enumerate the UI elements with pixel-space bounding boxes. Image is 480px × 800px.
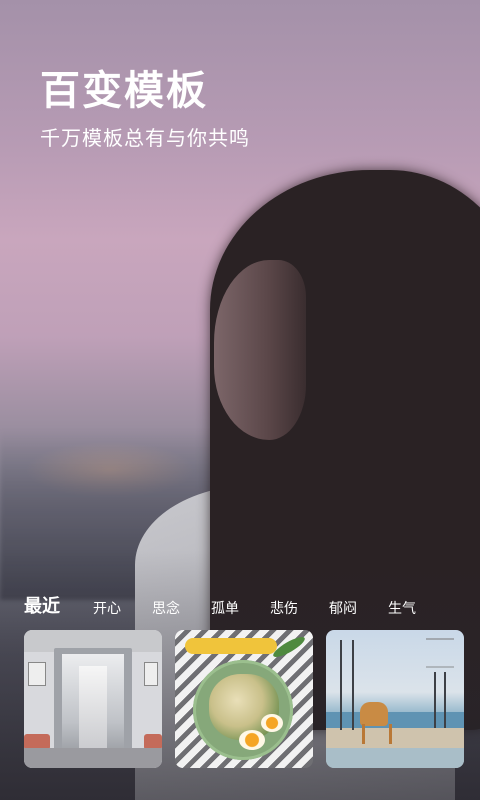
tab-depressed[interactable]: 郁闷 [329, 598, 357, 618]
template-thumbnail-food[interactable] [175, 630, 313, 768]
thumb-seaside-dog [360, 702, 388, 726]
tab-angry[interactable]: 生气 [388, 598, 416, 618]
thumb-seaside-tower [340, 640, 354, 730]
tab-lonely[interactable]: 孤单 [211, 598, 239, 618]
page-title: 百变模板 [40, 68, 208, 114]
thumb-seaside-dog-legs [362, 724, 392, 744]
thumb-seaside-caption-mark [426, 638, 454, 668]
tab-recent[interactable]: 最近 [24, 592, 60, 618]
tab-sad[interactable]: 悲伤 [270, 598, 298, 618]
tab-happy[interactable]: 开心 [93, 598, 121, 618]
template-thumbnail-subway[interactable] [24, 630, 162, 768]
thumb-subway-sign-left [28, 662, 46, 686]
thumb-food-egg [239, 730, 265, 750]
thumb-subway-corridor [79, 666, 107, 756]
tab-missing[interactable]: 思念 [152, 598, 180, 618]
page-subtitle: 千万模板总有与你共鸣 [40, 126, 250, 150]
thumb-subway-floor [24, 748, 162, 768]
category-tabs: 最近 开心 思念 孤单 悲伤 郁闷 生气 [24, 588, 447, 618]
thumb-seaside-tower [434, 672, 446, 728]
template-thumbnails [24, 630, 464, 768]
template-thumbnail-seaside[interactable] [326, 630, 464, 768]
thumb-subway-sign-right [144, 662, 158, 686]
thumb-seaside-water [326, 748, 464, 768]
thumb-food-banner [185, 638, 277, 654]
screen: 百变模板 千万模板总有与你共鸣 最近 开心 思念 孤单 悲伤 郁闷 生气 [0, 0, 480, 800]
thumb-seaside-ground [326, 728, 464, 748]
thumb-food-egg [261, 714, 283, 732]
background-figure-face [214, 260, 306, 440]
